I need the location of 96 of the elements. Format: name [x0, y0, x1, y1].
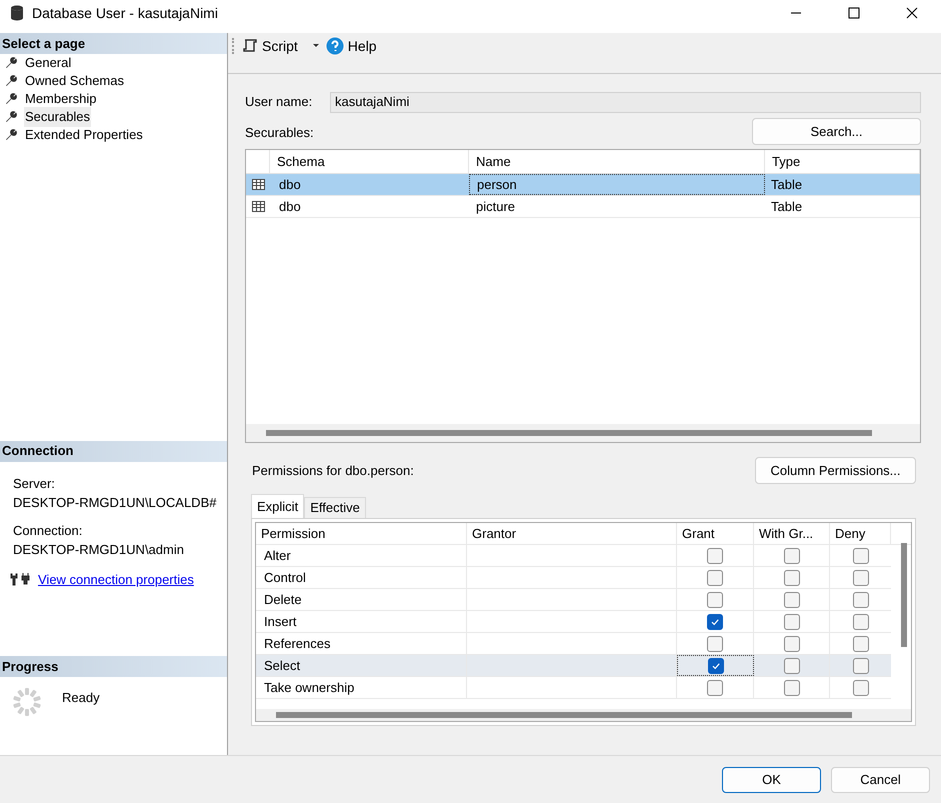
checkbox[interactable]	[852, 548, 868, 564]
column-header[interactable]: Grant	[677, 523, 754, 544]
permissions-tab[interactable]: Explicit	[251, 494, 304, 518]
help-button[interactable]: Help	[326, 36, 377, 56]
permission-row[interactable]: Insert	[256, 611, 891, 633]
permission-row[interactable]: Delete	[256, 589, 891, 611]
checkbox[interactable]	[784, 548, 800, 564]
scrollbar-thumb[interactable]	[266, 430, 872, 436]
view-connection-link[interactable]: View connection properties	[38, 570, 194, 589]
column-header[interactable]: Grantor	[467, 523, 677, 544]
wrench-icon	[5, 75, 17, 87]
checkbox[interactable]	[707, 680, 723, 696]
checkbox[interactable]	[707, 570, 723, 586]
wrench-icon	[5, 57, 17, 69]
section-header: Progress	[0, 656, 227, 677]
scroll-icon	[242, 38, 258, 54]
check-icon	[710, 660, 720, 670]
check-icon	[710, 616, 720, 626]
permission-row[interactable]: Control	[256, 567, 891, 589]
table-icon	[252, 179, 264, 190]
checkbox[interactable]	[784, 614, 800, 630]
securables-label: Securables:	[245, 124, 314, 142]
page-item[interactable]: General	[24, 53, 72, 73]
spinner-icon	[12, 687, 42, 717]
database-icon	[10, 5, 24, 21]
permission-row[interactable]: Select	[256, 655, 891, 677]
checkbox[interactable]	[707, 636, 723, 652]
section-header: Select a page	[0, 33, 227, 54]
page-item[interactable]: Extended Properties	[24, 125, 144, 145]
checkbox[interactable]	[707, 592, 723, 608]
wrench-icon	[5, 111, 17, 123]
search-button[interactable]: Search...	[752, 118, 921, 145]
page-item[interactable]: Membership	[24, 89, 98, 109]
checkbox[interactable]	[852, 570, 868, 586]
table-cell: person	[469, 174, 765, 195]
table-cell: Select	[256, 655, 467, 676]
plug-icon	[10, 572, 30, 586]
checkbox[interactable]	[708, 658, 724, 674]
user-name-field[interactable]: kasutajaNimi	[330, 92, 921, 112]
table-cell: Alter	[256, 545, 467, 566]
table-cell-text: dbo	[278, 198, 302, 216]
table-cell-text: Table	[770, 198, 804, 216]
checkbox[interactable]	[784, 570, 800, 586]
cancel-button[interactable]: Cancel	[831, 766, 930, 792]
close-icon	[906, 7, 918, 19]
connection-label: Connection:	[13, 522, 84, 540]
maximize-icon	[848, 7, 860, 19]
table-cell-text: Table	[770, 176, 804, 194]
permission-row[interactable]: Take ownership	[256, 677, 891, 699]
page-item[interactable]: Securables	[24, 107, 92, 127]
permissions-label: Permissions for dbo.person:	[252, 462, 414, 480]
script-button[interactable]: Script	[242, 36, 298, 56]
checkbox[interactable]	[784, 592, 800, 608]
connection-value: DESKTOP-RMGD1UN\admin	[13, 541, 185, 559]
checkbox[interactable]	[852, 636, 868, 652]
checkbox[interactable]	[852, 592, 868, 608]
checkbox[interactable]	[784, 658, 800, 674]
column-header[interactable]: Schema	[270, 150, 469, 173]
column-permissions-button[interactable]: Column Permissions...	[755, 457, 916, 484]
user-name-label: User name:	[245, 93, 314, 112]
server-label: Server:	[13, 474, 56, 492]
table-cell-text: picture	[475, 198, 516, 216]
permission-row[interactable]: Alter	[256, 545, 891, 567]
table-cell: Delete	[256, 589, 467, 610]
table-cell: References	[256, 633, 467, 654]
column-header[interactable]: Name	[469, 150, 765, 173]
checkbox[interactable]	[707, 548, 723, 564]
permission-row[interactable]: References	[256, 633, 891, 655]
checkbox[interactable]	[707, 614, 723, 630]
wrench-icon	[5, 129, 17, 141]
help-icon	[326, 37, 344, 55]
wrench-icon	[5, 93, 17, 105]
checkbox[interactable]	[852, 614, 868, 630]
column-header[interactable]: Type	[765, 150, 920, 173]
securable-row[interactable]: dbo person Table	[246, 174, 920, 196]
table-icon	[252, 201, 264, 212]
column-header[interactable]: Deny	[830, 523, 891, 544]
server-value: DESKTOP-RMGD1UN\LOCALDB#	[13, 494, 218, 512]
table-cell: Insert	[256, 611, 467, 632]
scrollbar-thumb[interactable]	[276, 712, 852, 718]
checkbox[interactable]	[852, 658, 868, 674]
column-header[interactable]: Permission	[256, 523, 467, 544]
checkbox[interactable]	[784, 680, 800, 696]
section-header: Connection	[0, 440, 227, 462]
scrollbar-thumb[interactable]	[901, 543, 907, 647]
checkbox[interactable]	[784, 636, 800, 652]
table-cell: Take ownership	[256, 677, 467, 698]
checkbox[interactable]	[852, 680, 868, 696]
window-title: Database User - kasutajaNimi	[32, 4, 218, 23]
table-cell-text: dbo	[278, 176, 302, 194]
progress-status: Ready	[62, 689, 100, 707]
column-header[interactable]: With Gr...	[754, 523, 830, 544]
permissions-tab[interactable]: Effective	[304, 497, 366, 518]
page-item[interactable]: Owned Schemas	[24, 71, 125, 91]
ok-button[interactable]: OK	[722, 766, 821, 792]
table-cell: Control	[256, 567, 467, 588]
